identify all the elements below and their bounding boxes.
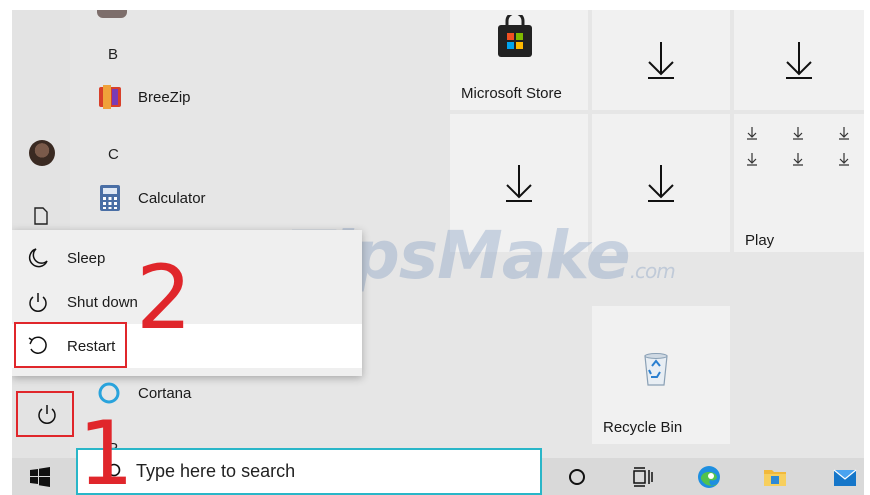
app-item-breezip[interactable]: BreeZip (96, 81, 191, 113)
watermark-suffix: .com (629, 259, 676, 283)
download-arrow-icon (793, 153, 803, 166)
task-view-icon[interactable] (630, 464, 656, 490)
download-arrow-icon (648, 165, 674, 202)
power-icon (29, 293, 47, 312)
tile-label-play: Play (745, 232, 775, 249)
edge-browser-icon[interactable] (696, 464, 722, 490)
app-label-cortana: Cortana (138, 384, 192, 402)
app-item-calculator[interactable]: Calculator (96, 182, 206, 214)
taskbar-search-box[interactable]: Type here to search (76, 448, 542, 495)
documents-icon[interactable] (34, 207, 48, 225)
play-mini-tiles (746, 126, 864, 166)
download-arrow-icon (793, 127, 803, 140)
start-menu-frame: B BreeZip C Calculator P (12, 10, 864, 495)
calculator-icon (100, 185, 120, 211)
download-arrow-icon (839, 153, 849, 166)
mail-icon[interactable] (832, 464, 858, 490)
breezip-icon (99, 85, 121, 109)
tile-recycle-bin[interactable]: Recycle Bin (592, 306, 730, 444)
download-arrow-icon (747, 127, 757, 140)
search-placeholder: Type here to search (136, 461, 296, 481)
windows-start-icon[interactable] (30, 467, 50, 487)
letter-header-b[interactable]: B (108, 46, 118, 63)
tile-label-microsoft-store: Microsoft Store (461, 85, 562, 102)
power-menu-shutdown-label: Shut down (67, 293, 138, 311)
step-number-2: 2 (136, 246, 192, 349)
file-explorer-icon[interactable] (762, 464, 788, 490)
restart-highlight-box (14, 322, 127, 368)
tile-download-2[interactable] (734, 10, 864, 110)
moon-icon (28, 248, 48, 268)
app-label-calculator: Calculator (138, 189, 206, 207)
tile-download-1[interactable] (592, 10, 730, 110)
tile-label-recycle-bin: Recycle Bin (603, 419, 683, 436)
tile-microsoft-store[interactable]: Microsoft Store (450, 10, 588, 110)
power-button-highlight-box (16, 391, 74, 437)
letter-header-c[interactable]: C (108, 146, 119, 163)
download-arrow-icon (747, 153, 757, 166)
tile-play-folder[interactable]: Play (734, 114, 864, 252)
taskbar: Type here to search (12, 448, 864, 495)
tile-download-3[interactable] (450, 114, 588, 252)
download-arrow-icon (839, 127, 849, 140)
download-arrow-icon (648, 42, 674, 79)
user-avatar[interactable] (29, 140, 55, 166)
app-label-breezip: BreeZip (138, 88, 191, 106)
step-number-1: 1 (78, 402, 134, 495)
cortana-circle-icon[interactable] (564, 464, 590, 490)
power-menu-sleep-label: Sleep (67, 249, 106, 267)
recycle-bin-icon (644, 353, 668, 386)
download-arrow-icon (786, 42, 812, 79)
app-icon-partial (97, 10, 127, 18)
download-arrow-icon (506, 165, 532, 202)
tile-download-4[interactable] (592, 114, 730, 252)
microsoft-store-icon (498, 15, 532, 57)
